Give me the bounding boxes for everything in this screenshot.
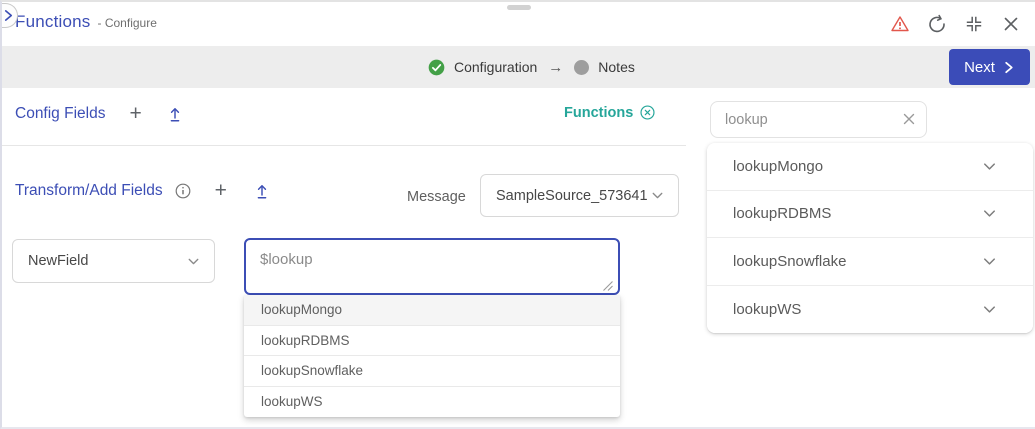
page-title: Functions [15, 12, 91, 31]
chevron-down-icon [980, 300, 999, 319]
compress-icon[interactable] [964, 14, 984, 34]
step-notes-label: Notes [598, 59, 635, 75]
message-select[interactable]: SampleSource_573641 [480, 174, 679, 217]
functions-list: lookupMongo lookupRDBMS lookupSnowflake … [707, 143, 1033, 333]
config-fields-title: Config Fields [15, 105, 106, 122]
function-panel-label: lookupSnowflake [733, 252, 847, 270]
message-label: Message [407, 189, 466, 205]
autocomplete-option[interactable]: lookupWS [244, 387, 620, 418]
next-button[interactable]: Next [949, 49, 1030, 85]
expression-field-wrap: $lookup [244, 238, 620, 295]
config-fields-header: Config Fields + [15, 103, 184, 124]
info-icon[interactable] [175, 183, 191, 199]
functions-configure-dialog: Functions - Configure Configuration → No… [0, 0, 1035, 429]
field-name-select[interactable]: NewField [12, 239, 215, 283]
function-panel-label: lookupRDBMS [733, 205, 832, 223]
step-dot-icon [574, 59, 590, 75]
chevron-down-icon [980, 252, 999, 271]
step-configuration-label: Configuration [454, 59, 538, 75]
section-divider [2, 145, 686, 146]
function-search [710, 101, 927, 138]
upload-transform-fields-icon[interactable] [253, 182, 271, 200]
chevron-right-icon [3, 9, 14, 22]
chevron-down-icon [185, 253, 202, 270]
upload-config-fields-icon[interactable] [166, 105, 184, 123]
drag-handle[interactable] [507, 5, 531, 10]
autocomplete-option[interactable]: lookupRDBMS [244, 326, 620, 356]
autocomplete-option[interactable]: lookupSnowflake [244, 356, 620, 387]
function-panel-lookupsnowflake[interactable]: lookupSnowflake [707, 238, 1033, 286]
chevron-right-icon [1005, 61, 1013, 73]
function-search-input[interactable] [710, 101, 927, 138]
step-arrow: → [548, 58, 564, 76]
function-panel-label: lookupWS [733, 300, 802, 318]
next-button-label: Next [964, 58, 995, 76]
add-config-field-icon[interactable]: + [129, 103, 141, 124]
autocomplete-option[interactable]: lookupMongo [244, 295, 620, 326]
check-circle-icon [428, 59, 445, 76]
refresh-icon[interactable] [927, 14, 947, 34]
header-actions [890, 14, 1021, 34]
chevron-down-icon [980, 157, 999, 176]
remove-functions-filter-icon[interactable] [639, 104, 656, 121]
page-subtitle: - Configure [97, 16, 157, 30]
field-name-value: NewField [28, 253, 89, 269]
clear-search-icon[interactable] [900, 110, 918, 128]
chevron-down-icon [980, 204, 999, 223]
message-select-value: SampleSource_573641 [496, 187, 648, 204]
warning-icon[interactable] [890, 14, 910, 34]
function-panel-lookupws[interactable]: lookupWS [707, 285, 1033, 333]
expression-textarea[interactable]: $lookup [244, 238, 620, 295]
function-panel-label: lookupMongo [733, 157, 824, 175]
functions-filter-chip: Functions [564, 104, 656, 121]
dialog-header: Functions - Configure [2, 2, 1035, 46]
function-panel-lookuprdbms[interactable]: lookupRDBMS [707, 190, 1033, 238]
function-autocomplete-dropdown: lookupMongo lookupRDBMS lookupSnowflake … [244, 295, 620, 417]
transform-fields-header: Transform/Add Fields + [15, 180, 271, 201]
stepper-steps: Configuration → Notes [428, 46, 635, 88]
resize-handle-icon[interactable] [603, 278, 613, 291]
function-panel-lookupmongo[interactable]: lookupMongo [707, 143, 1033, 191]
transform-fields-title: Transform/Add Fields [15, 182, 163, 199]
stepper-bar: Configuration → Notes Next [2, 46, 1035, 88]
close-icon[interactable] [1001, 14, 1021, 34]
add-transform-field-icon[interactable]: + [215, 180, 227, 201]
functions-chip-label: Functions [564, 104, 634, 121]
chevron-down-icon [649, 187, 666, 204]
